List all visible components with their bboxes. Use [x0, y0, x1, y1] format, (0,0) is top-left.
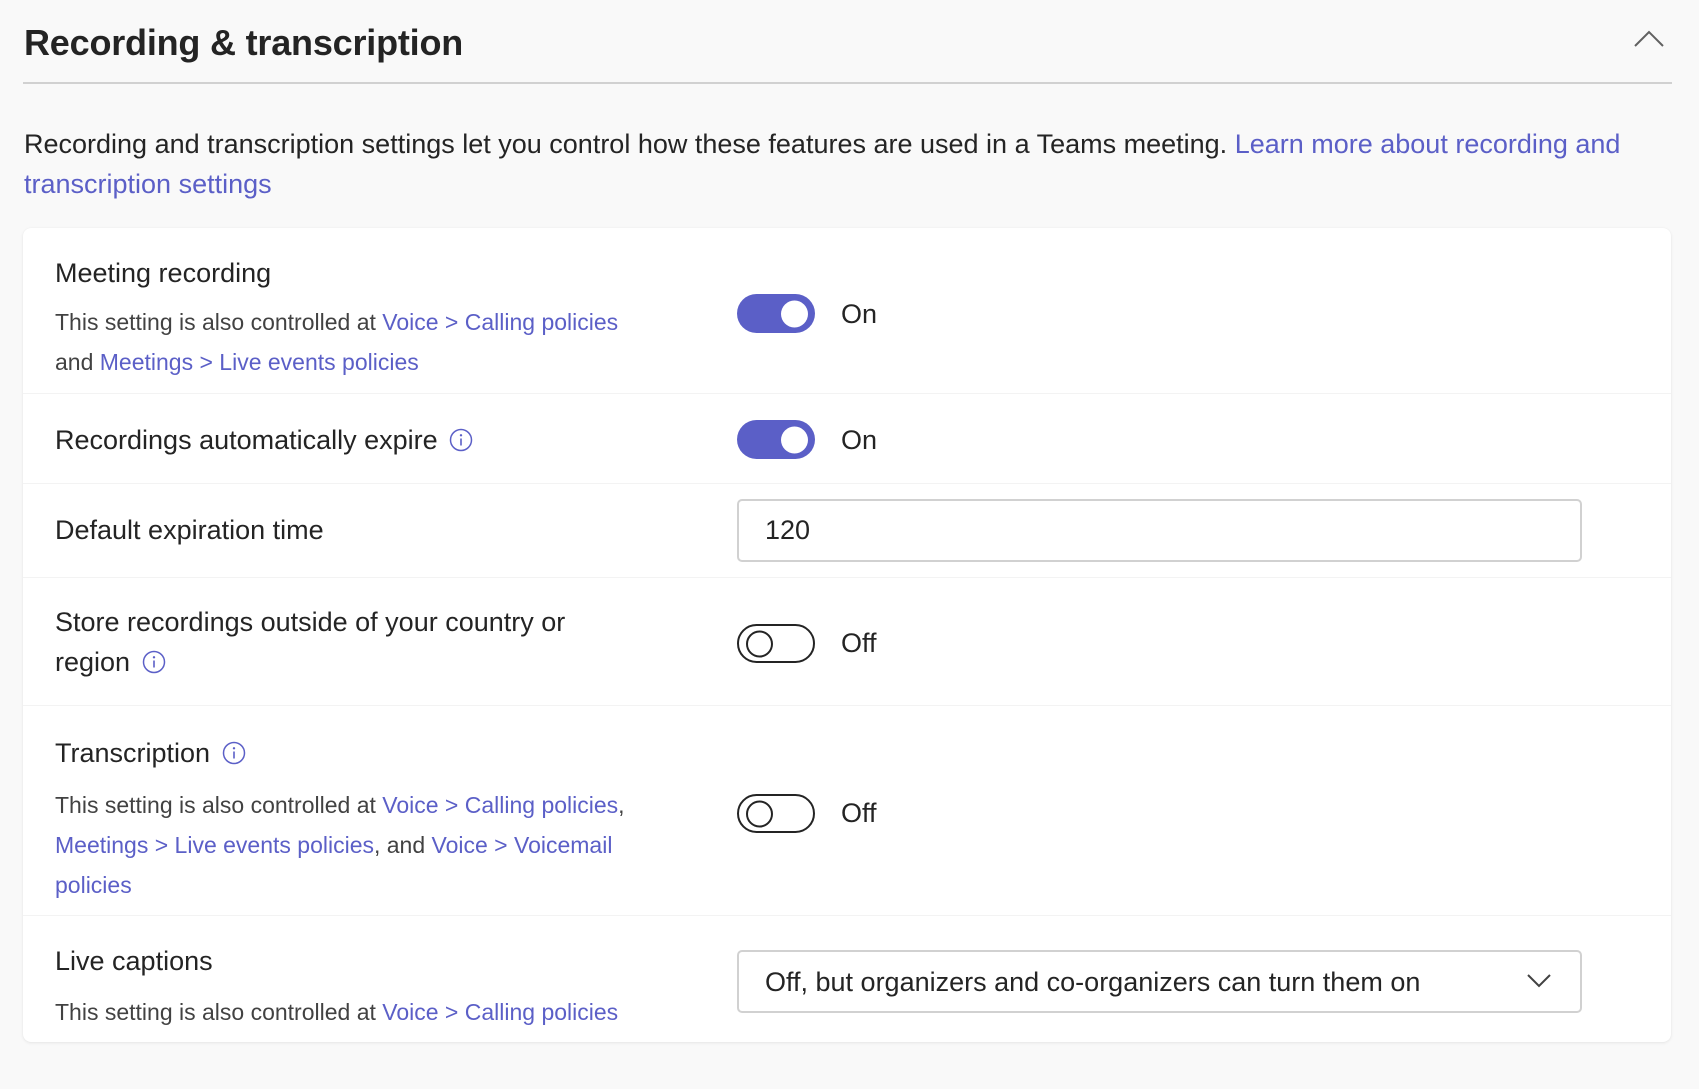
toggle-knob: [781, 426, 808, 453]
toggle-state-label: On: [841, 299, 878, 329]
toggle-knob: [746, 800, 773, 827]
setting-row-meeting-recording: Meeting recording This setting is also c…: [23, 228, 1671, 394]
dropdown-selected-value: Off, but organizers and co-organizers ca…: [765, 967, 1421, 997]
chevron-up-icon: [1634, 30, 1664, 47]
toggle-knob: [781, 300, 808, 327]
settings-card: Meeting recording This setting is also c…: [23, 228, 1671, 1042]
calling-policies-link[interactable]: Voice > Calling policies: [382, 309, 618, 335]
setting-note: This setting is also controlled at Voice…: [55, 792, 625, 898]
live-events-policies-link[interactable]: Meetings > Live events policies: [55, 832, 374, 858]
collapse-section-button[interactable]: [1632, 26, 1666, 52]
setting-label: Transcription: [55, 733, 246, 773]
live-captions-dropdown[interactable]: Off, but organizers and co-organizers ca…: [737, 950, 1582, 1013]
setting-row-live-captions: Live captions This setting is also contr…: [23, 915, 1671, 1042]
section-header: Recording & transcription: [23, 0, 1672, 84]
meeting-recording-toggle[interactable]: [737, 294, 815, 333]
info-icon[interactable]: [449, 428, 473, 452]
toggle-state-label: Off: [841, 798, 877, 828]
setting-label: Default expiration time: [55, 515, 324, 545]
chevron-down-icon: [1527, 974, 1551, 988]
section-title: Recording & transcription: [24, 22, 464, 63]
store-outside-toggle[interactable]: [737, 624, 815, 663]
info-icon[interactable]: [222, 741, 246, 765]
setting-row-auto-expire: Recordings automatically expire On: [23, 393, 1671, 484]
setting-row-store-outside: Store recordings outside of your country…: [23, 577, 1671, 706]
toggle-state-label: Off: [841, 628, 877, 658]
toggle-knob: [746, 630, 773, 657]
calling-policies-link[interactable]: Voice > Calling policies: [382, 792, 618, 818]
setting-label: Meeting recording: [55, 258, 272, 288]
setting-label: Store recordings outside of your country…: [55, 607, 566, 677]
section-description: Recording and transcription settings let…: [24, 124, 1684, 204]
calling-policies-link[interactable]: Voice > Calling policies: [382, 999, 618, 1025]
setting-note: This setting is also controlled at Voice…: [55, 999, 619, 1025]
setting-label: Recordings automatically expire: [55, 420, 473, 460]
setting-row-expiration-time: Default expiration time: [23, 483, 1671, 578]
setting-note: This setting is also controlled at Voice…: [55, 309, 619, 375]
transcription-toggle-switch[interactable]: [737, 794, 815, 833]
auto-expire-toggle[interactable]: [737, 420, 815, 459]
description-text: Recording and transcription settings let…: [24, 129, 1235, 159]
live-events-policies-link[interactable]: Meetings > Live events policies: [100, 349, 419, 375]
toggle-state-label: On: [841, 425, 878, 455]
info-icon[interactable]: [142, 650, 166, 674]
expiration-time-input[interactable]: [737, 499, 1582, 562]
setting-label: Live captions: [55, 946, 213, 976]
